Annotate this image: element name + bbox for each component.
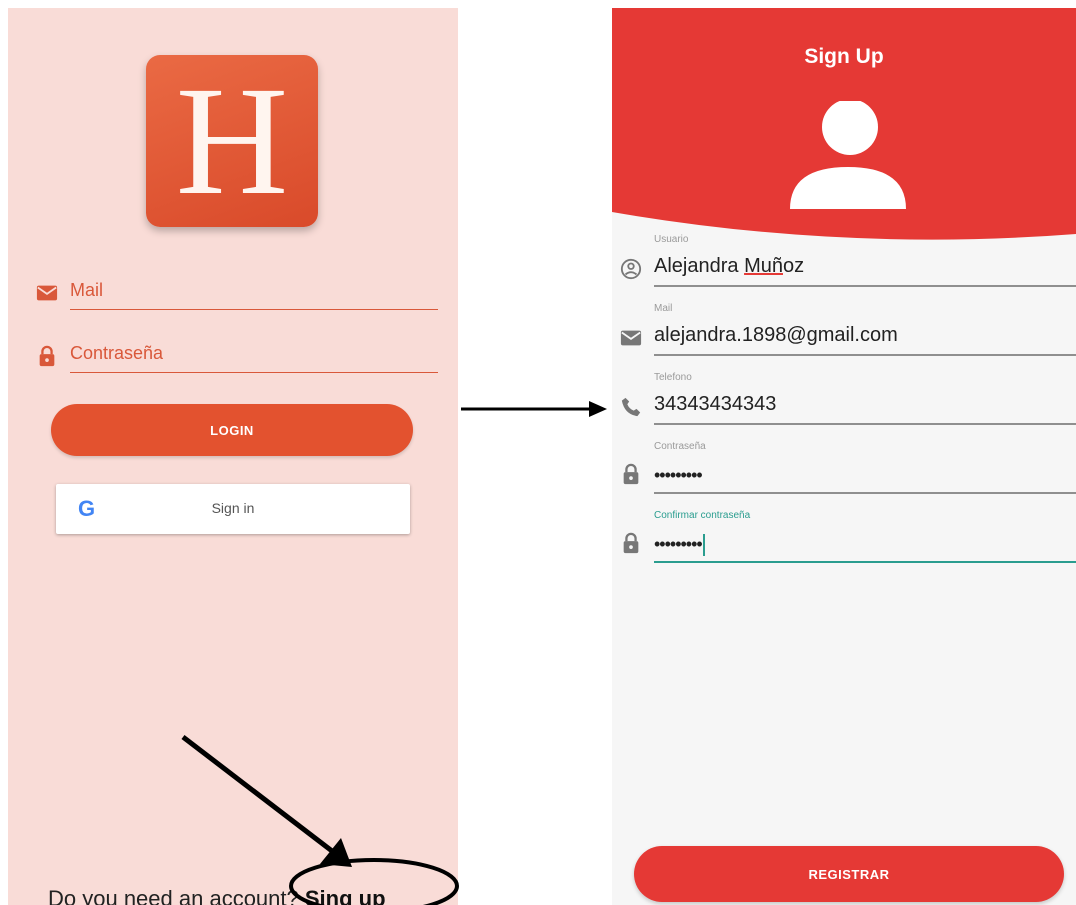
password-field[interactable]: Contraseña ••••••••• <box>612 441 1076 511</box>
usuario-label: Usuario <box>654 234 689 245</box>
register-button[interactable]: REGISTRAR <box>634 846 1064 902</box>
envelope-icon <box>620 330 642 346</box>
signup-link[interactable]: Sing up <box>305 886 386 905</box>
google-sign-in-label: Sign in <box>211 500 255 516</box>
password-underline <box>654 492 1076 494</box>
signup-question: Do you need an account? <box>48 886 299 905</box>
confirm-password-value: ••••••••• <box>654 534 705 557</box>
account-circle-icon <box>620 258 642 280</box>
app-logo: H <box>146 55 318 227</box>
login-button[interactable]: LOGIN <box>51 404 413 456</box>
lock-icon <box>39 345 55 367</box>
telefono-label: Telefono <box>654 372 692 383</box>
telefono-value: 34343434343 <box>654 393 777 415</box>
envelope-icon <box>36 285 58 301</box>
password-label: Contraseña <box>654 441 706 452</box>
password-field[interactable]: Contraseña <box>36 339 438 373</box>
logo-letter: H <box>175 54 289 227</box>
mail-underline <box>70 309 438 310</box>
lock-icon <box>623 532 639 554</box>
signup-prompt: Do you need an account? Sing up <box>48 886 386 905</box>
confirm-password-underline <box>654 561 1076 563</box>
register-button-label: REGISTRAR <box>808 866 890 882</box>
usuario-field[interactable]: Usuario Alejandra Muñoz <box>612 234 1076 304</box>
confirm-password-field[interactable]: Confirmar contraseña ••••••••• <box>612 510 1076 580</box>
mail-label: Mail <box>654 303 673 314</box>
user-avatar-icon <box>790 101 906 209</box>
password-value: ••••••••• <box>654 465 703 485</box>
login-screen: H Mail Contraseña LOGIN G Sign in Do you… <box>8 8 458 905</box>
text-caret <box>702 534 705 557</box>
google-sign-in-button[interactable]: G Sign in <box>56 484 410 534</box>
signup-screen: Sign Up Usuario Alejandra Muñoz Mail ale… <box>612 8 1076 905</box>
usuario-underline <box>654 285 1076 287</box>
phone-icon <box>621 397 641 417</box>
password-placeholder: Contraseña <box>70 343 164 363</box>
mail-value: alejandra.1898@gmail.com <box>654 324 898 346</box>
usuario-value: Alejandra Muñoz <box>654 255 805 277</box>
spellcheck-word: Muñ <box>744 255 783 277</box>
signup-title: Sign Up <box>804 45 884 68</box>
mail-placeholder: Mail <box>70 280 104 300</box>
mail-underline <box>654 354 1076 356</box>
login-button-label: LOGIN <box>210 422 254 438</box>
mail-field[interactable]: Mail <box>36 276 438 310</box>
mail-field[interactable]: Mail alejandra.1898@gmail.com <box>612 303 1076 373</box>
telefono-field[interactable]: Telefono 34343434343 <box>612 372 1076 442</box>
confirm-password-label: Confirmar contraseña <box>654 510 751 521</box>
lock-icon <box>623 463 639 485</box>
telefono-underline <box>654 423 1076 425</box>
password-underline <box>70 372 438 373</box>
horizontal-arrow <box>461 401 607 417</box>
